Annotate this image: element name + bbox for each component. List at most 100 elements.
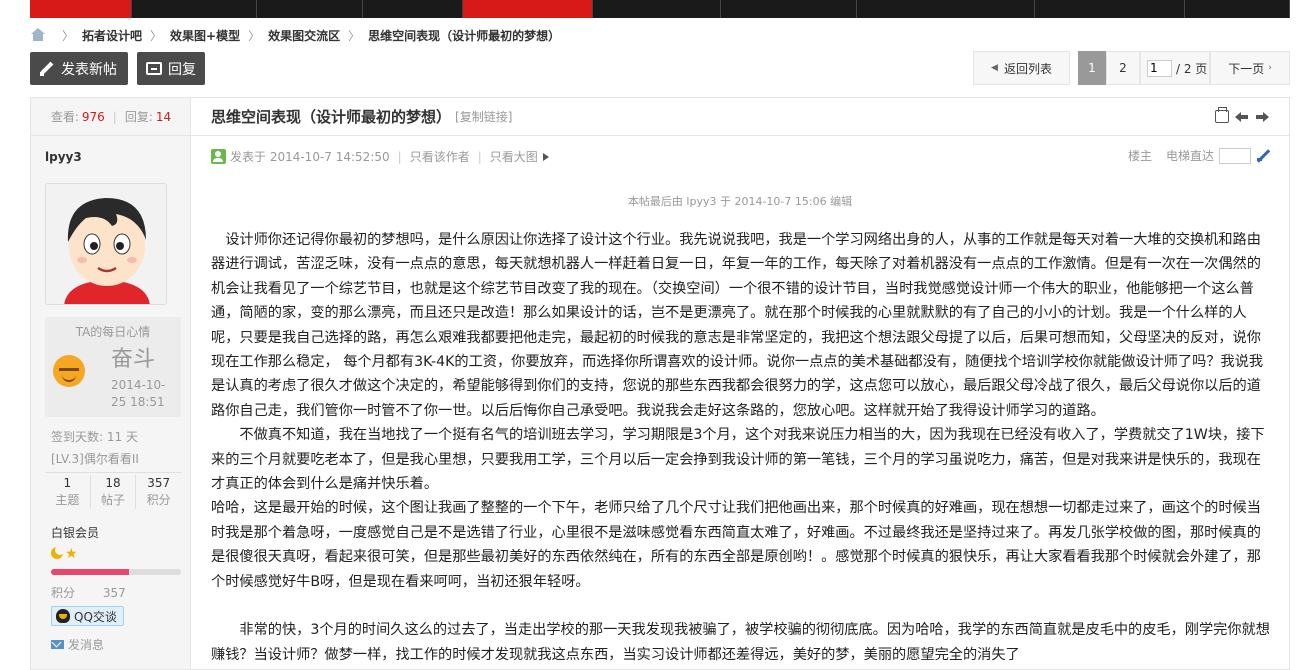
author-name[interactable]: lpyy3 (45, 150, 82, 164)
points-row: 积分 357 (51, 584, 126, 601)
new-post-button[interactable]: 发表新帖 (30, 52, 128, 85)
count-points-label: 积分 (146, 493, 171, 507)
meta-divider: | (397, 149, 402, 164)
replies-count: 14 (155, 109, 172, 124)
rank-progress-fill (51, 569, 129, 575)
send-message-link[interactable]: 发消息 (51, 636, 104, 653)
go-icon[interactable] (1255, 148, 1271, 164)
home-icon[interactable] (30, 28, 46, 42)
large-image-link[interactable]: 只看大图 (490, 148, 538, 165)
breadcrumb-separator: 〉 (62, 28, 75, 43)
level-icons: ★ (51, 545, 79, 562)
stats-divider: | (112, 109, 117, 124)
breadcrumb-separator: 〉 (248, 28, 261, 43)
next-page-button[interactable]: 下一页 › (1210, 51, 1290, 85)
page-2-button[interactable]: 2 (1106, 51, 1140, 85)
nav-item-3[interactable] (257, 0, 363, 18)
meta-divider: | (477, 149, 482, 164)
post-paragraph: 设计师你还记得你最初的梦想吗，是什么原因让你选择了设计这个行业。我先说说我吧，我… (211, 232, 1264, 419)
sign-days: 签到天数: 11 天 (51, 430, 138, 444)
post-content: 设计师你还记得你最初的梦想吗，是什么原因让你选择了设计这个行业。我先说说我吧，我… (211, 228, 1271, 667)
nav-item-6[interactable] (593, 0, 721, 18)
arrow-left-icon[interactable] (1235, 110, 1249, 123)
nav-item-7[interactable] (721, 0, 857, 18)
jump-floor-input[interactable] (1219, 147, 1251, 164)
qq-chat-label: QQ交谈 (74, 609, 117, 624)
breadcrumb: 〉 拓者设计吧 〉 效果图+模型 〉 效果图交流区 〉 思维空间表现（设计师最初… (30, 26, 560, 44)
nav-item-5[interactable] (463, 0, 593, 18)
next-page-label: 下一页 (1228, 61, 1265, 76)
qq-icon (56, 609, 70, 623)
count-points-value: 357 (147, 476, 171, 490)
qq-chat-button[interactable]: QQ交谈 (51, 606, 124, 626)
jump-floor-label: 电梯直达 (1165, 149, 1214, 163)
avatar[interactable] (45, 183, 167, 305)
back-to-list-button[interactable]: ◀ 返回列表 (973, 51, 1070, 85)
mood-date: 2014-10-25 18:51 (111, 378, 166, 409)
nav-item-8[interactable] (857, 0, 1035, 18)
printer-icon[interactable] (1215, 107, 1229, 123)
breadcrumb-thread[interactable]: 思维空间表现（设计师最初的梦想） (368, 27, 560, 44)
count-posts-label: 帖子 (101, 493, 126, 507)
avatar-image (46, 184, 166, 304)
nav-item-9[interactable] (1035, 0, 1185, 18)
count-threads-label: 主题 (55, 493, 80, 507)
pagination: ◀ 返回列表 1 2 / 2 页 下一页 › (973, 51, 1290, 85)
chevron-left-icon: ◀ (991, 63, 998, 73)
count-threads[interactable]: 1 主题 (45, 475, 91, 509)
mood-face-icon (53, 355, 85, 387)
user-online-icon (211, 149, 226, 164)
sign-level: [LV.3]偶尔看看II (51, 452, 139, 466)
points-label: 积分 (51, 586, 76, 600)
breadcrumb-forum-home[interactable]: 拓者设计吧 (82, 27, 142, 44)
nav-item-1[interactable] (30, 0, 132, 18)
edit-note: 本帖最后由 lpyy3 于 2014-10-7 15:06 编辑 (627, 195, 853, 208)
post-paragraph: 非常的快，3个月的时间久这么的过去了，当走出学校的那一天我发现我被骗了，被学校骗… (211, 622, 1270, 663)
replies-label: 回复: (124, 110, 153, 124)
arrow-right-icon[interactable] (1255, 110, 1269, 123)
floor-tools: 楼主 电梯直达 (1128, 147, 1271, 164)
count-points[interactable]: 357 积分 (136, 475, 181, 509)
page-1-button[interactable]: 1 (1078, 51, 1106, 85)
breadcrumb-category[interactable]: 效果图+模型 (170, 27, 240, 44)
post-paragraph: 哈哈，这是最开始的时候，这个图让我画了整整的一个下午，老师只给了几个尺寸让我们把… (211, 500, 1261, 590)
member-rank[interactable]: 白银会员 (51, 524, 99, 541)
only-author-link[interactable]: 只看该作者 (410, 148, 470, 165)
count-threads-value: 1 (63, 476, 72, 490)
thread-title-bar: 思维空间表现（设计师最初的梦想） [复制链接] (191, 98, 1289, 136)
pencil-icon (39, 61, 55, 77)
views-count: 976 (81, 109, 105, 124)
nav-item-10[interactable] (1185, 0, 1290, 18)
mail-icon (51, 640, 64, 649)
page-jump: / 2 页 (1140, 51, 1210, 85)
title-tools (1215, 107, 1269, 123)
thread-title: 思维空间表现（设计师最初的梦想） (211, 108, 452, 126)
posted-time: 发表于 2014-10-7 14:52:50 (230, 150, 390, 164)
count-posts[interactable]: 18 帖子 (91, 475, 137, 509)
author-counts: 1 主题 18 帖子 357 积分 (45, 472, 181, 509)
views-label: 查看: (50, 110, 79, 124)
count-posts-value: 18 (105, 476, 121, 490)
daily-mood: TA的每日心情 奋斗 2014-10-25 18:51 (45, 317, 181, 417)
thread-stats: 查看: 976 | 回复: 14 (31, 98, 191, 136)
star-icon: ★ (65, 546, 78, 562)
send-message-label: 发消息 (68, 638, 105, 652)
nav-item-2[interactable] (132, 0, 257, 18)
post-meta: 发表于 2014-10-7 14:52:50 | 只看该作者 | 只看大图 (211, 148, 549, 165)
copy-link[interactable]: [复制链接] (455, 108, 512, 125)
reply-icon (146, 62, 162, 75)
chevron-right-icon: › (1268, 63, 1272, 73)
moon-icon (51, 545, 65, 559)
mood-word: 奋斗 (111, 347, 156, 372)
mood-title: TA的每日心情 (75, 325, 151, 339)
post-paragraph: 不做真不知道，我在当地找了一个挺有名气的培训班去学习，学习期限是3个月，这个对我… (211, 427, 1265, 493)
breadcrumb-board[interactable]: 效果图交流区 (268, 27, 340, 44)
nav-item-4[interactable] (363, 0, 463, 18)
new-post-label: 发表新帖 (61, 61, 117, 78)
floor-label: 楼主 (1127, 149, 1152, 163)
post: 查看: 976 | 回复: 14 lpyy3 TA的每日心情 奋斗 2014-1… (30, 97, 1290, 670)
reply-button[interactable]: 回复 (137, 52, 205, 85)
page-total: / 2 页 (1176, 61, 1208, 76)
reply-label: 回复 (168, 61, 196, 78)
page-jump-input[interactable] (1147, 59, 1172, 77)
